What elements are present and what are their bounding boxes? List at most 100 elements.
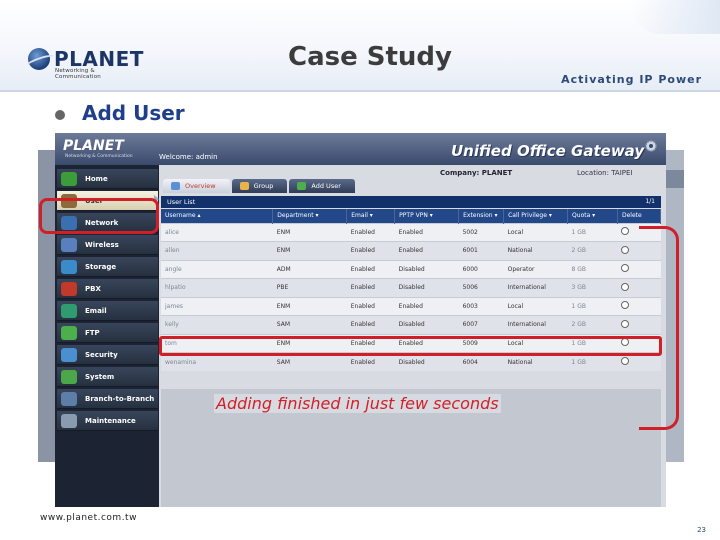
table-cell: 6003: [458, 296, 504, 316]
phone-icon: [61, 281, 77, 296]
delete-radio[interactable]: [621, 301, 630, 310]
email-icon: [61, 303, 77, 318]
table-cell: 1 GB: [567, 222, 618, 242]
sidebar-item-label: Wireless: [85, 240, 119, 249]
table-cell: ENM: [272, 222, 347, 242]
column-header[interactable]: Email ▾: [346, 209, 396, 223]
table-cell[interactable]: hlpatio: [161, 278, 273, 297]
table-row[interactable]: hlpatio PBE Enabled Disabled 5006 Internation…: [161, 278, 661, 297]
slide-tagline: Activating IP Power: [561, 73, 702, 86]
table-cell: ADM: [272, 259, 347, 279]
sidebar-item-system[interactable]: System: [57, 367, 158, 387]
sidebar-item-label: PBX: [85, 284, 101, 293]
tab-bar: Overview Group Add User: [163, 179, 357, 193]
sidebar-item-maintenance[interactable]: Maintenance: [57, 411, 158, 431]
sidebar-item-storage[interactable]: Storage: [57, 257, 158, 277]
table-row[interactable]: allen ENM Enabled Enabled 6001 National 2 GB: [161, 241, 661, 260]
table-row[interactable]: alice ENM Enabled Enabled 5002 Local 1 GB: [161, 222, 661, 242]
storage-icon: [61, 259, 77, 274]
table-cell: Enabled: [346, 315, 395, 334]
tab-overview[interactable]: Overview: [163, 179, 230, 193]
sidebar-item-home[interactable]: Home: [57, 169, 158, 189]
tab-group[interactable]: Group: [231, 179, 288, 193]
table-cell[interactable]: alice: [161, 222, 273, 242]
table-row[interactable]: kelly SAM Enabled Disabled 6007 International…: [161, 315, 661, 334]
delete-radio[interactable]: [621, 245, 630, 254]
column-header[interactable]: Delete: [617, 209, 662, 223]
location-label: Location: TAIPEI: [577, 169, 633, 177]
table-cell[interactable]: kelly: [161, 315, 273, 334]
table-cell: Enabled: [394, 241, 459, 260]
sidebar-item-label: Branch-to-Branch: [85, 394, 155, 403]
table-cell: Enabled: [346, 241, 395, 260]
tab-label: Group: [253, 182, 274, 190]
app-logo: PLANET: [63, 138, 124, 154]
sidebar-item-pbx[interactable]: PBX: [57, 279, 158, 299]
delete-radio[interactable]: [621, 264, 630, 273]
table-cell: 6001: [458, 241, 504, 260]
product-name: Unified Office Gateway: [451, 142, 645, 160]
table-cell: National: [503, 241, 568, 260]
table-row[interactable]: james ENM Enabled Enabled 6003 Local 1 GB: [161, 296, 661, 316]
shield-icon: [61, 347, 77, 362]
bullet-dot: [55, 110, 65, 120]
table-cell: Enabled: [346, 222, 395, 242]
footer-url: www.planet.com.tw: [40, 513, 137, 523]
sidebar-item-label: Storage: [85, 262, 117, 271]
highlight-bracket: [639, 226, 679, 430]
new-user-row-highlight: [159, 336, 662, 356]
table-cell: 5002: [458, 222, 504, 242]
sidebar-item-branch-to-branch[interactable]: Branch-to-Branch: [57, 389, 158, 409]
table-cell[interactable]: angle: [161, 259, 273, 279]
delete-radio[interactable]: [621, 357, 630, 365]
table-cell: Disabled: [394, 315, 459, 334]
delete-radio[interactable]: [621, 227, 630, 236]
sidebar-item-security[interactable]: Security: [57, 345, 158, 365]
globe-icon: [28, 48, 50, 70]
table-cell: 6007: [458, 315, 504, 334]
branch-icon: [61, 391, 77, 406]
tab-label: Add User: [311, 182, 341, 190]
user-list-title: User List: [167, 198, 196, 206]
user-menu-highlight: [39, 198, 159, 234]
result-caption: Adding finished in just few seconds: [214, 394, 501, 413]
column-header[interactable]: Quota ▾: [567, 209, 618, 223]
delete-radio[interactable]: [621, 282, 630, 291]
sidebar-item-label: Home: [85, 174, 108, 183]
sidebar-item-email[interactable]: Email: [57, 301, 158, 321]
page-number: 23: [697, 526, 706, 534]
sidebar-item-ftp[interactable]: FTP: [57, 323, 158, 343]
table-cell[interactable]: allen: [161, 241, 273, 260]
table-cell: Operator: [503, 259, 568, 279]
company-label: Company: PLANET: [440, 169, 513, 177]
sidebar-item-label: FTP: [85, 328, 100, 337]
bullet-heading: Add User: [82, 101, 185, 125]
sidebar-item-label: Maintenance: [85, 416, 136, 425]
gear-icon[interactable]: [644, 139, 658, 153]
table-cell[interactable]: james: [161, 296, 273, 316]
tab-add-user[interactable]: Add User: [289, 179, 355, 193]
table-cell: Enabled: [346, 278, 395, 297]
table-cell: 1 GB: [567, 296, 618, 316]
column-header[interactable]: Username ▴: [161, 209, 274, 223]
folder-icon: [61, 325, 77, 340]
table-cell: 3 GB: [567, 278, 618, 297]
logo-tagline: Networking & Communication: [55, 68, 101, 80]
table-cell: Disabled: [394, 259, 459, 279]
table-cell: Local: [503, 222, 568, 242]
table-cell: PBE: [272, 278, 347, 297]
sidebar-item-wireless[interactable]: Wireless: [57, 235, 158, 255]
column-header[interactable]: Call Privilege ▾: [503, 209, 569, 223]
column-header[interactable]: PPTP VPN ▾: [394, 209, 460, 223]
tab-icon: [239, 182, 249, 190]
column-header[interactable]: Department ▾: [272, 209, 348, 223]
table-cell: International: [503, 278, 568, 297]
column-header[interactable]: Extension ▾: [458, 209, 505, 223]
house-icon: [61, 171, 77, 186]
welcome-text: Welcome: admin: [159, 153, 218, 161]
user-list-page: 1/1: [645, 198, 655, 205]
delete-radio[interactable]: [621, 319, 630, 328]
table-row[interactable]: angle ADM Enabled Disabled 6000 Operator 8 GB: [161, 259, 661, 279]
table-cell: Enabled: [346, 296, 395, 316]
table-cell: International: [503, 315, 568, 334]
